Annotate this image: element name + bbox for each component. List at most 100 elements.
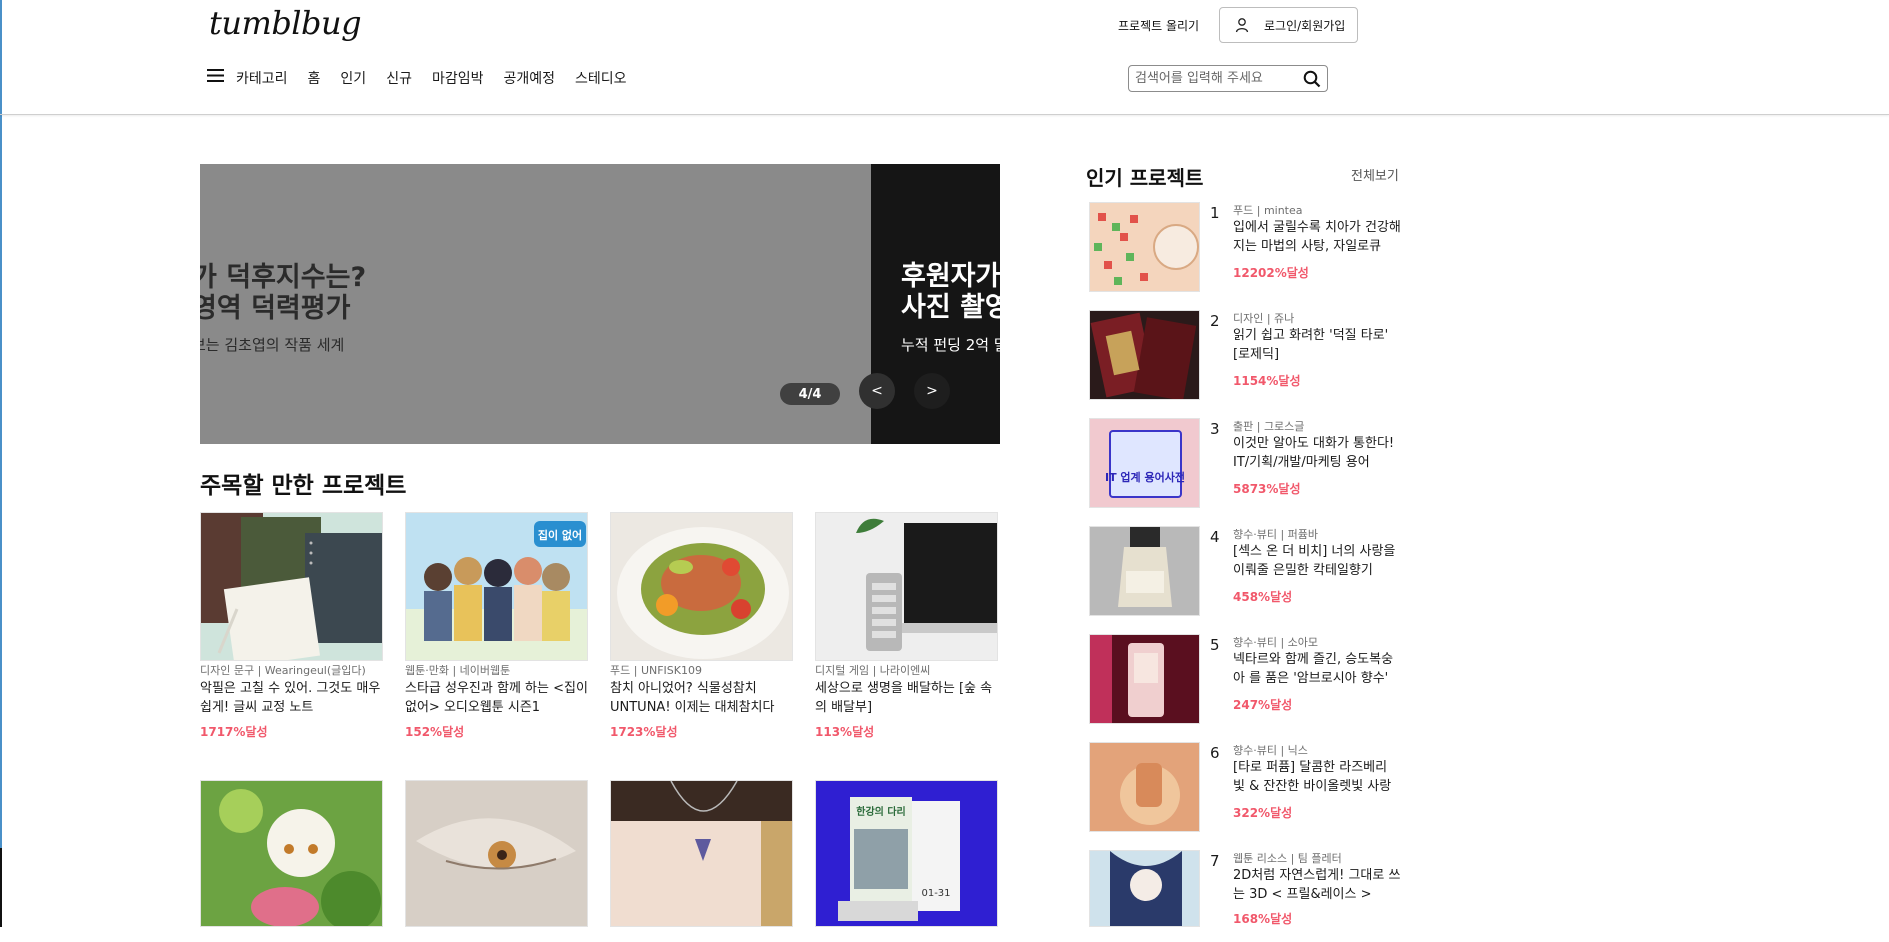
project-thumbnail[interactable]: 한강의 다리 01-31: [815, 780, 998, 927]
nav-category[interactable]: 카테고리: [236, 70, 288, 88]
nav-steady[interactable]: 스테디오: [575, 70, 627, 88]
project-card: [610, 780, 793, 927]
project-funding-rate: 1723%달성: [610, 725, 678, 739]
hero-banner-carousel[interactable]: 가 덕후지수는? 영역 덕력평가 보는 김초엽의 작품 세계 후원자가 사진 촬…: [200, 164, 1000, 444]
banner-pager: 4/4: [780, 383, 840, 405]
popular-rank: 6: [1210, 744, 1220, 762]
banner-slide-previous[interactable]: 가 덕후지수는? 영역 덕력평가 보는 김초엽의 작품 세계: [200, 164, 871, 444]
svg-text:집이 없어: 집이 없어: [538, 528, 582, 542]
login-signup-label: 로그인/회원가입: [1264, 18, 1346, 33]
banner-prev-button[interactable]: <: [859, 373, 895, 409]
svg-text:한강의 다리: 한강의 다리: [856, 805, 905, 818]
banner-slide-a-subtitle: 보는 김초엽의 작품 세계: [200, 336, 345, 354]
popular-rank: 2: [1210, 312, 1220, 330]
popular-title[interactable]: 2D처럼 자연스럽게! 그대로 쓰는 3D < 프릴&레이스 >: [1233, 866, 1403, 904]
project-title[interactable]: 참치 아니었어? 식물성참치 UNTUNA! 이제는 대체참치다: [610, 679, 793, 717]
banner-next-button[interactable]: >: [914, 373, 950, 409]
popular-category: 향수·뷰티 | 닉스: [1233, 744, 1308, 757]
svg-text:IT 업계 용어사전: IT 업계 용어사전: [1105, 470, 1185, 484]
popular-category: 디자인 | 쥬나: [1233, 312, 1295, 325]
popular-project-thumbnail[interactable]: [1089, 310, 1200, 400]
project-thumbnail[interactable]: [610, 780, 793, 927]
nav-upcoming[interactable]: 공개예정: [503, 70, 555, 88]
popular-project-item: 4 향수·뷰티 | 퍼퓸바 [섹스 온 더 비치] 너의 사랑을 이뤄줄 은밀한…: [1089, 526, 1409, 618]
popular-category: 푸드 | mintea: [1233, 204, 1303, 217]
popular-category: 향수·뷰티 | 퍼퓸바: [1233, 528, 1319, 541]
project-title[interactable]: 세상으로 생명을 배달하는 [숲 속의 배달부]: [815, 679, 998, 717]
project-category: 디자인 문구 | Wearingeul(글입다): [200, 664, 366, 677]
popular-project-item: 2 디자인 | 쥬나 읽기 쉽고 화려한 '덕질 타로' [로제딕] 1154%…: [1089, 310, 1409, 402]
popular-funding-rate: 322%달성: [1233, 806, 1293, 820]
upload-project-link[interactable]: 프로젝트 올리기: [1118, 17, 1199, 34]
project-category: 웹툰·만화 | 네이버웹툰: [405, 664, 511, 677]
project-category: 푸드 | UNFISK109: [610, 664, 702, 677]
popular-title[interactable]: 입에서 굴릴수록 치아가 건강해지는 마법의 사탕, 자일로큐: [1233, 218, 1403, 256]
popular-project-thumbnail[interactable]: [1089, 202, 1200, 292]
search-icon[interactable]: [1303, 70, 1321, 92]
popular-title[interactable]: [섹스 온 더 비치] 너의 사랑을 이뤄줄 은밀한 칵테일향기: [1233, 542, 1403, 580]
popular-rank: 3: [1210, 420, 1220, 438]
project-thumbnail[interactable]: [200, 780, 383, 927]
main-nav: 카테고리 홈 인기 신규 마감임박 공개예정 스테디오: [236, 70, 647, 88]
popular-project-item: 6 향수·뷰티 | 닉스 [타로 퍼퓸] 달콤한 라즈베리 빛 & 잔잔한 바이…: [1089, 742, 1409, 834]
popular-funding-rate: 168%달성: [1233, 912, 1293, 926]
popular-rank: 4: [1210, 528, 1220, 546]
popular-category: 출판 | 그로스글: [1233, 420, 1305, 433]
banner-slide-b-subtitle: 누적 펀딩 2억 달: [901, 336, 1000, 354]
popular-rank: 1: [1210, 204, 1220, 222]
nav-home[interactable]: 홈: [308, 70, 321, 88]
banner-slide-b-headline: 후원자가 사진 촬영: [901, 261, 1000, 323]
project-card: [405, 780, 588, 927]
svg-text:01-31: 01-31: [921, 888, 950, 899]
popular-title[interactable]: 넥타르와 함께 즐긴, 승도복숭아 를 품은 '암브로시아 향수': [1233, 650, 1403, 688]
popular-title[interactable]: 읽기 쉽고 화려한 '덕질 타로' [로제딕]: [1233, 326, 1403, 364]
project-card: 한강의 다리 01-31: [815, 780, 998, 927]
popular-project-item: IT 업계 용어사전 3 출판 | 그로스글 이것만 알아도 대화가 통한다! …: [1089, 418, 1409, 510]
nav-closing-soon[interactable]: 마감임박: [432, 70, 484, 88]
search-input[interactable]: [1129, 66, 1295, 91]
project-funding-rate: 113%달성: [815, 725, 875, 739]
project-funding-rate: 1717%달성: [200, 725, 268, 739]
tumblbug-logo[interactable]: tumblbug: [209, 4, 362, 42]
popular-project-thumbnail[interactable]: IT 업계 용어사전: [1089, 418, 1200, 508]
window-edge: [0, 0, 2, 927]
popular-project-thumbnail[interactable]: [1089, 742, 1200, 832]
popular-project-item: 5 향수·뷰티 | 소아모 넥타르와 함께 즐긴, 승도복숭아 를 품은 '암브…: [1089, 634, 1409, 726]
search-box: [1128, 65, 1328, 92]
popular-project-thumbnail[interactable]: [1089, 634, 1200, 724]
popular-funding-rate: 1154%달성: [1233, 374, 1301, 388]
popular-funding-rate: 247%달성: [1233, 698, 1293, 712]
project-thumbnail[interactable]: [405, 780, 588, 927]
hamburger-menu-icon[interactable]: [207, 68, 224, 87]
view-all-link[interactable]: 전체보기: [1351, 165, 1399, 184]
project-card: 집이 없어 웹툰·만화 | 네이버웹툰 스타급 성우진과 함께 하는 <집이 없…: [405, 512, 588, 740]
project-thumbnail[interactable]: 집이 없어: [405, 512, 588, 661]
popular-title[interactable]: 이것만 알아도 대화가 통한다! IT/기획/개발/마케팅 용어: [1233, 434, 1403, 472]
site-header: tumblbug 프로젝트 올리기 로그인/회원가입 카테고리 홈 인기 신규 …: [0, 0, 1889, 115]
popular-funding-rate: 5873%달성: [1233, 482, 1301, 496]
project-card: 디지털 게임 | 나라이엔씨 세상으로 생명을 배달하는 [숲 속의 배달부] …: [815, 512, 998, 740]
login-signup-button[interactable]: 로그인/회원가입: [1219, 7, 1358, 43]
project-thumbnail[interactable]: [200, 512, 383, 661]
popular-title[interactable]: [타로 퍼퓸] 달콤한 라즈베리 빛 & 잔잔한 바이올렛빛 사랑: [1233, 758, 1403, 796]
popular-projects-heading: 인기 프로젝트: [1086, 166, 1204, 190]
popular-project-thumbnail[interactable]: [1089, 850, 1200, 927]
project-title[interactable]: 스타급 성우진과 함께 하는 <집이 없어> 오디오웹툰 시즌1: [405, 679, 588, 717]
project-funding-rate: 152%달성: [405, 725, 465, 739]
nav-popular[interactable]: 인기: [340, 70, 366, 88]
notable-projects-heading: 주목할 만한 프로젝트: [200, 473, 407, 499]
popular-category: 웹툰 리소스 | 팀 플레터: [1233, 852, 1342, 865]
project-card: 푸드 | UNFISK109 참치 아니었어? 식물성참치 UNTUNA! 이제…: [610, 512, 793, 740]
project-thumbnail[interactable]: [610, 512, 793, 661]
popular-project-item: 1 푸드 | mintea 입에서 굴릴수록 치아가 건강해지는 마법의 사탕,…: [1089, 202, 1409, 294]
project-thumbnail[interactable]: [815, 512, 998, 661]
nav-new[interactable]: 신규: [386, 70, 412, 88]
window-edge-dark: [0, 848, 2, 927]
popular-category: 향수·뷰티 | 소아모: [1233, 636, 1319, 649]
popular-project-item: 7 웹툰 리소스 | 팀 플레터 2D처럼 자연스럽게! 그대로 쓰는 3D <…: [1089, 850, 1409, 942]
popular-rank: 7: [1210, 852, 1220, 870]
project-category: 디지털 게임 | 나라이엔씨: [815, 664, 931, 677]
popular-project-thumbnail[interactable]: [1089, 526, 1200, 616]
user-icon: [1234, 17, 1250, 33]
project-title[interactable]: 악필은 고칠 수 있어. 그것도 매우 쉽게! 글씨 교정 노트: [200, 679, 383, 717]
